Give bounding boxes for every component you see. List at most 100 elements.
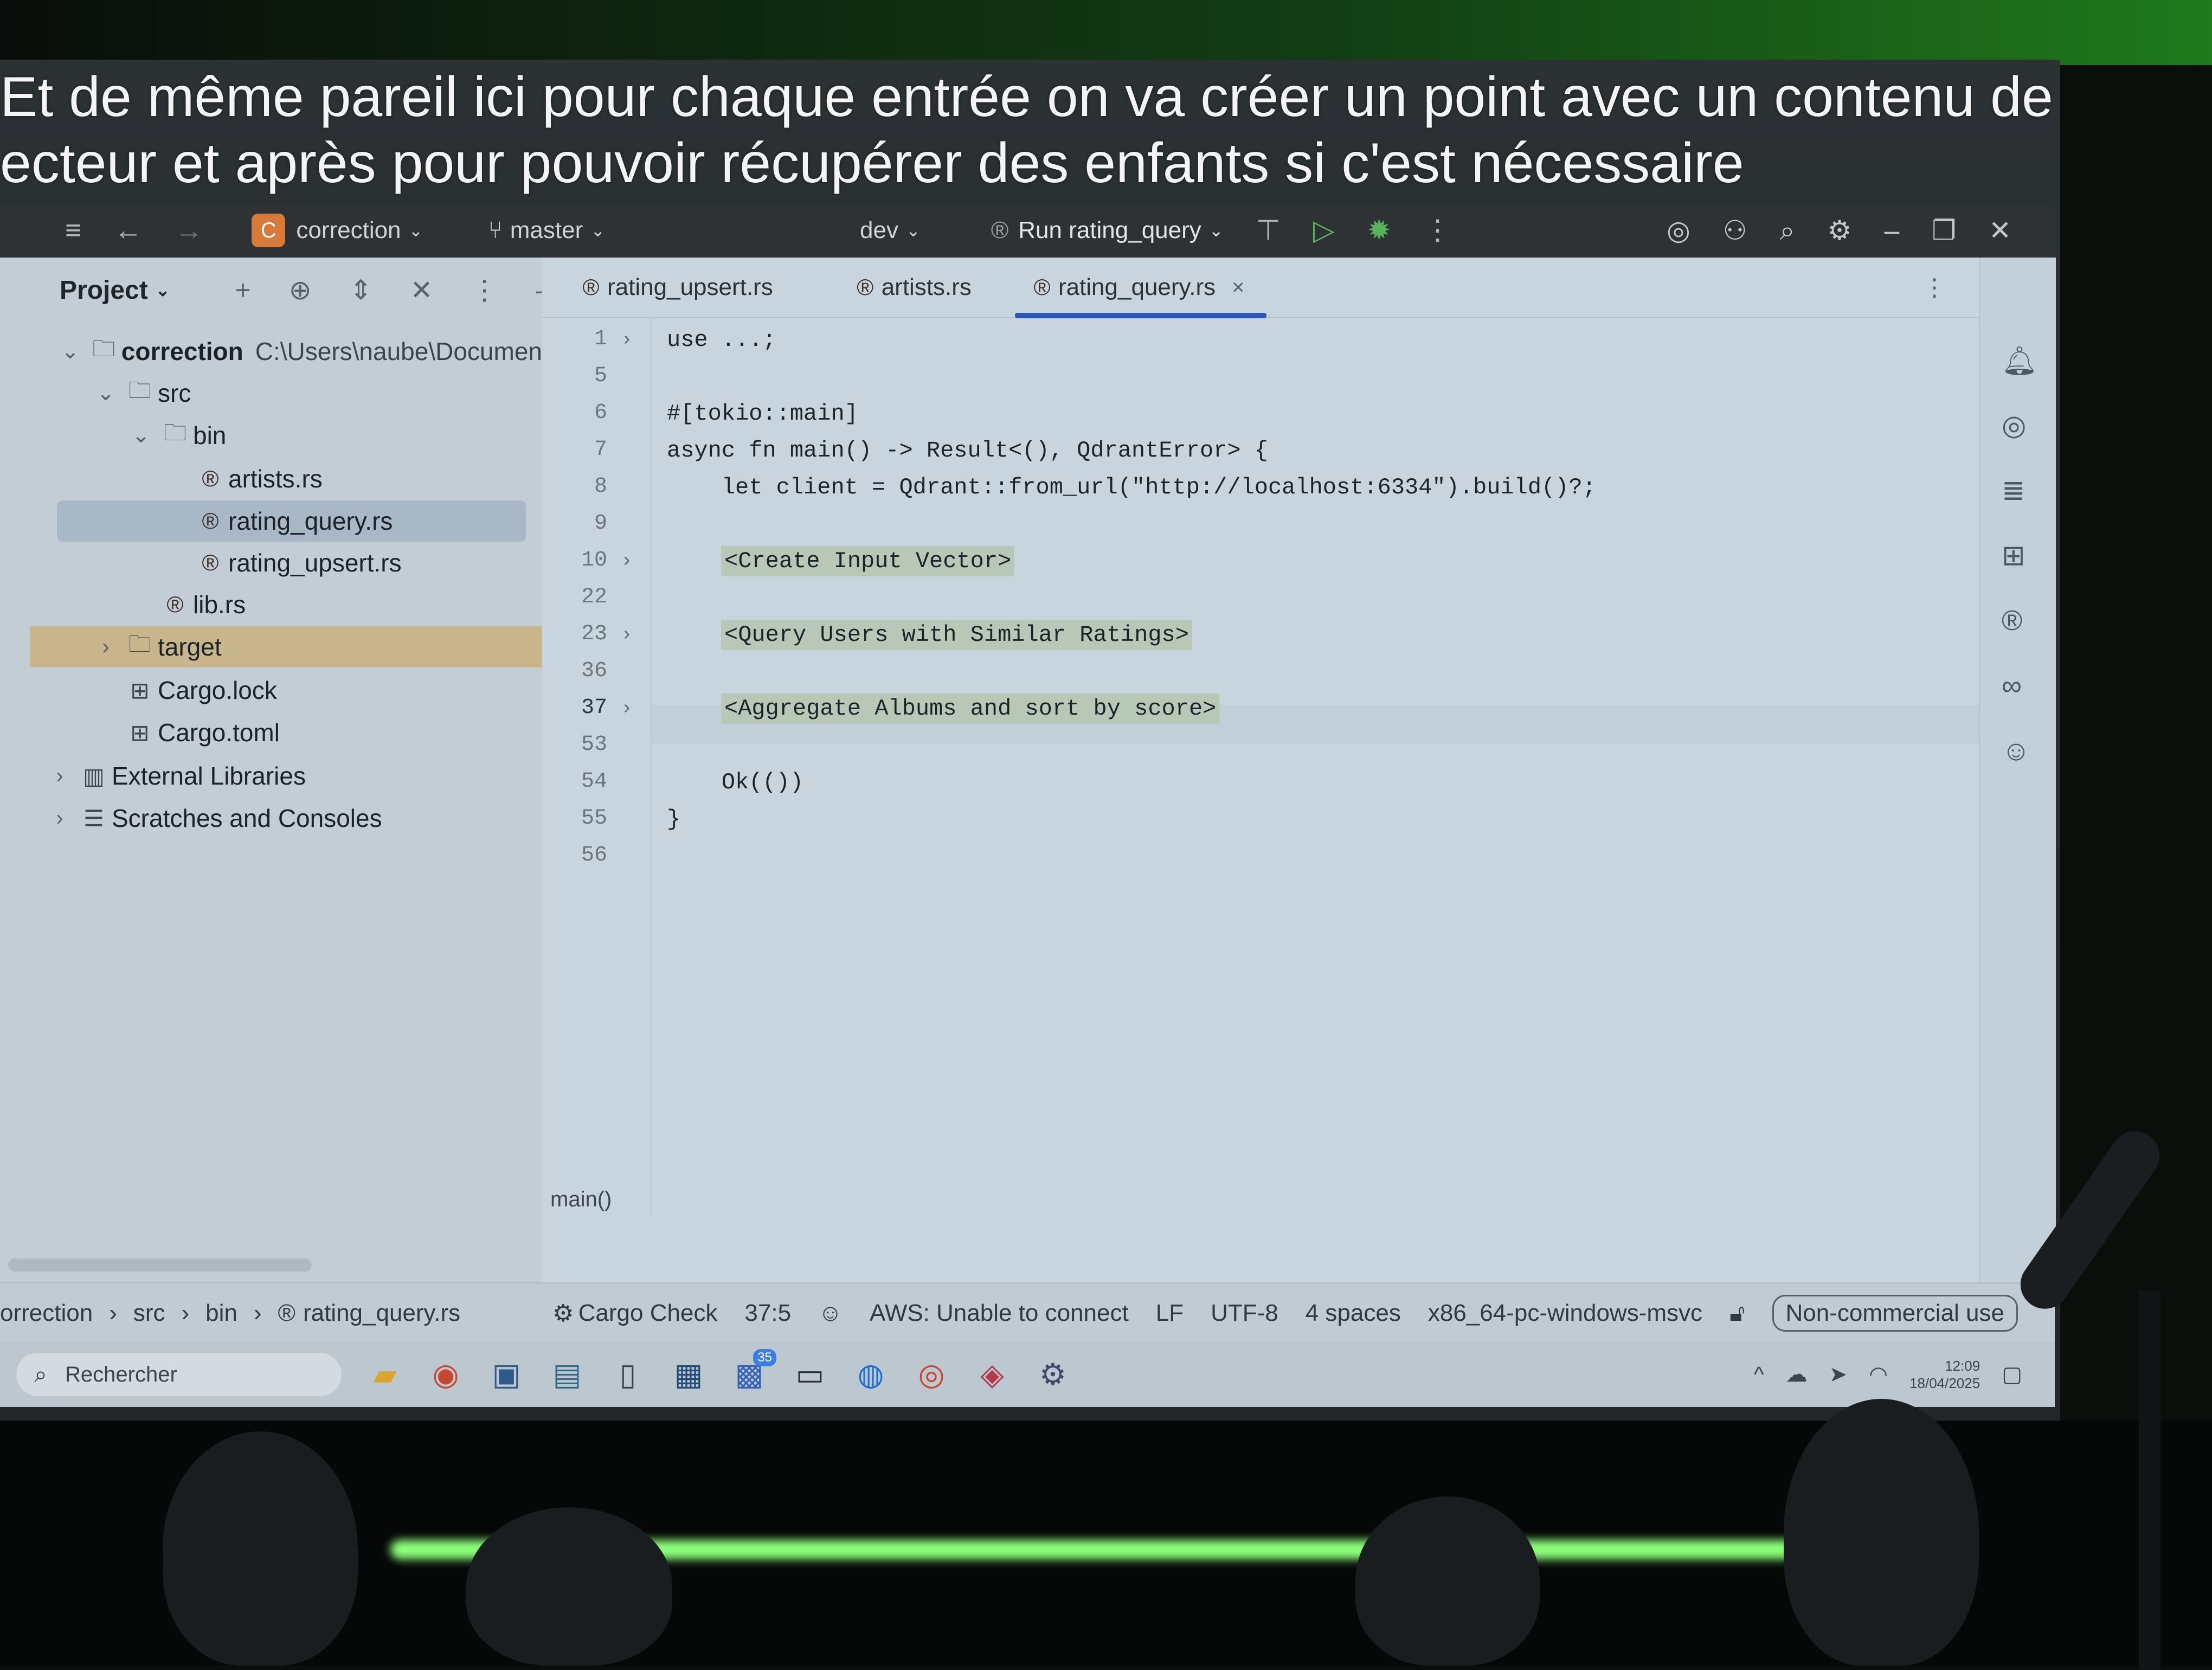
code-breadcrumb[interactable]: main() (550, 1187, 612, 1212)
tree-item-cargo-lock[interactable]: ⊞ Cargo.lock (0, 670, 542, 711)
collapsed-region[interactable]: <Create Input Vector> (721, 546, 1015, 576)
status-crumb[interactable]: bin (205, 1300, 237, 1327)
fold-chevron-icon[interactable]: › (623, 696, 630, 718)
horizontal-scrollbar[interactable] (8, 1258, 312, 1271)
close-icon[interactable]: ✕ (1989, 215, 2011, 247)
tree-item-rating-upsert-rs[interactable]: ® rating_upsert.rs (0, 542, 542, 583)
license-badge[interactable]: Non-commercial use (1772, 1295, 2018, 1332)
cargo-check[interactable]: Cargo Check (578, 1300, 718, 1327)
branch-switcher[interactable]: ⑂ master ⌄ (488, 217, 605, 244)
edge-icon[interactable]: ◍ (853, 1357, 888, 1392)
taskbar-search[interactable]: ⌕ Rechercher (16, 1353, 342, 1396)
notepad-icon[interactable]: ▯ (610, 1357, 645, 1392)
tree-item-scratches[interactable]: › ☰ Scratches and Consoles (0, 798, 542, 839)
app-icon[interactable]: ▤ (550, 1357, 584, 1392)
ai-assistant-icon[interactable]: ◎ (1667, 215, 1690, 247)
copilot-icon[interactable]: ☺ (2002, 735, 2030, 767)
code-line[interactable]: } (667, 806, 680, 832)
line-number: 9 (594, 511, 607, 536)
collapsed-region[interactable]: <Aggregate Albums and sort by score> (721, 693, 1220, 724)
run-config-selector[interactable]: ® Run rating_query ⌄ (991, 217, 1224, 244)
tree-item-artists-rs[interactable]: ® artists.rs (0, 458, 542, 499)
tree-item-cargo-toml[interactable]: ⊞ Cargo.toml (0, 712, 542, 753)
fold-chevron-icon[interactable]: › (623, 548, 630, 571)
chrome-dev-icon[interactable]: ◎ (914, 1357, 949, 1392)
tab-options-icon[interactable]: ⋮ (1922, 274, 1946, 301)
caret-position[interactable]: 37:5 (744, 1300, 791, 1327)
status-crumb[interactable]: orrection (0, 1300, 93, 1327)
clock[interactable]: 12:09 18/04/2025 (1909, 1357, 1980, 1392)
debug-icon[interactable]: ✹ (1367, 214, 1391, 247)
code-line[interactable]: async fn main() -> Result<(), QdrantErro… (667, 438, 1268, 464)
project-switcher[interactable]: C correction ⌄ (252, 214, 423, 247)
tree-item-target[interactable]: › 🗀 target (30, 626, 542, 667)
tree-item-label: rating_upsert.rs (228, 549, 402, 577)
locate-icon[interactable]: ⊕ (289, 274, 312, 306)
forward-arrow-icon[interactable]: → (175, 214, 203, 247)
build-target[interactable]: x86_64-pc-windows-msvc (1428, 1300, 1702, 1327)
cloud-icon[interactable]: ☁ (1786, 1362, 1808, 1387)
location-icon[interactable]: ➤ (1829, 1362, 1848, 1387)
chrome-icon[interactable]: ◉ (428, 1357, 463, 1392)
copilot-icon[interactable]: ☺ (818, 1300, 843, 1327)
notifications-icon[interactable]: 🔔︎ (2002, 344, 2037, 377)
options-icon[interactable]: ⋮ (471, 274, 498, 306)
search-icon[interactable]: ⌕ (1780, 215, 1795, 247)
remote-desktop-icon[interactable]: ▣ (489, 1357, 524, 1392)
tab-rating-query-rs[interactable]: ® rating_query.rs × (1014, 258, 1266, 318)
tree-item-lib-rs[interactable]: ® lib.rs (0, 584, 542, 625)
more-icon[interactable]: ⋮ (1423, 214, 1451, 247)
database-icon[interactable]: ≣ (2002, 474, 2025, 507)
fold-chevron-icon[interactable]: › (623, 327, 630, 350)
file-encoding[interactable]: UTF-8 (1211, 1300, 1278, 1327)
main-menu-icon[interactable]: ≡ (65, 214, 81, 247)
minimize-icon[interactable]: – (1884, 215, 1899, 247)
expand-all-icon[interactable]: ⇕ (350, 274, 372, 306)
fold-chevron-icon[interactable]: › (623, 622, 630, 645)
add-user-icon[interactable]: ⚇ (1723, 215, 1747, 247)
config-selector[interactable]: dev ⌄ (860, 217, 921, 244)
file-explorer-icon[interactable]: ▰ (368, 1357, 402, 1392)
line-number-gutter: 1 › 5 6 7 8 9 10 › 22 23 › 36 37 › 53 54… (542, 317, 652, 1217)
cargo-icon[interactable]: ⊞ (2002, 539, 2025, 572)
tree-item-bin[interactable]: ⌄ 🗀 bin (0, 415, 542, 456)
notification-center-icon[interactable]: ▢ (2002, 1362, 2022, 1387)
rustrover-icon[interactable]: ◈ (975, 1357, 1009, 1392)
line-separator[interactable]: LF (1156, 1300, 1184, 1327)
tree-item-external-libraries[interactable]: › ▥ External Libraries (0, 755, 542, 797)
add-icon[interactable]: + (235, 274, 251, 306)
wifi-icon[interactable]: ◠ (1869, 1362, 1888, 1387)
run-icon[interactable]: ▷ (1313, 214, 1335, 247)
aws-status[interactable]: AWS: Unable to connect (870, 1300, 1129, 1327)
close-tab-icon[interactable]: × (1232, 275, 1244, 300)
lock-icon[interactable]: 🔓︎ (1729, 1300, 1745, 1327)
python-icon[interactable]: ∞ (2002, 670, 2022, 702)
project-pane-title[interactable]: Project (60, 275, 148, 305)
teams-icon[interactable]: ▩ 35 (732, 1349, 776, 1392)
tree-item-rating-query-rs[interactable]: ® rating_query.rs (57, 500, 526, 542)
chevron-right-icon: › (253, 1300, 262, 1326)
indent-setting[interactable]: 4 spaces (1306, 1300, 1401, 1327)
news-icon[interactable]: ▦ (671, 1357, 706, 1392)
tree-item-correction[interactable]: ⌄ 🗀 correction C:\Users\naube\Documen (0, 331, 542, 372)
collapsed-region[interactable]: <Query Users with Similar Ratings> (721, 620, 1192, 650)
status-crumb[interactable]: src (133, 1300, 165, 1327)
code-line[interactable]: let client = Qdrant::from_url("http://lo… (667, 474, 1596, 500)
settings-gear-icon[interactable]: ⚙ (1828, 215, 1852, 247)
rust-icon[interactable]: ® (2002, 605, 2022, 637)
terminal-icon[interactable]: ▭ (793, 1357, 827, 1392)
settings-icon[interactable]: ⚙ (1036, 1357, 1070, 1392)
collapse-all-icon[interactable]: ✕ (410, 274, 433, 306)
code-line[interactable]: use ...; (667, 327, 776, 353)
code-line[interactable]: Ok(()) (667, 769, 803, 795)
tree-item-src[interactable]: ⌄ 🗀 src (0, 372, 542, 414)
tab-artists-rs[interactable]: ® artists.rs (849, 258, 972, 317)
code-line[interactable]: #[tokio::main] (667, 401, 858, 427)
build-icon[interactable]: ⊤ (1256, 214, 1281, 247)
tab-rating-upsert-rs[interactable]: ® rating_upsert.rs (575, 258, 773, 317)
back-arrow-icon[interactable]: ← (114, 214, 142, 247)
restore-icon[interactable]: ❐ (1932, 215, 1956, 247)
ai-assistant-icon[interactable]: ◎ (2002, 409, 2026, 442)
chevron-up-icon[interactable]: ^ (1754, 1363, 1764, 1387)
status-crumb[interactable]: rating_query.rs (303, 1300, 460, 1327)
